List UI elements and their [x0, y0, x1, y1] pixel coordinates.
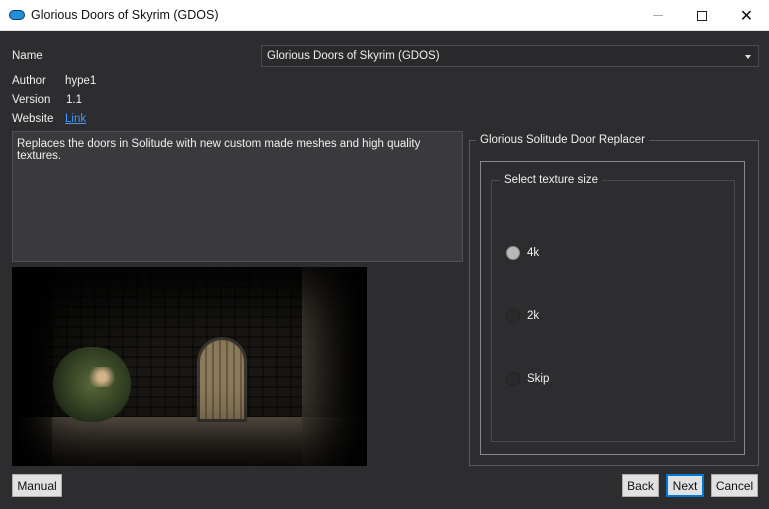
- name-label: Name: [12, 50, 43, 62]
- minimize-icon: [652, 15, 663, 16]
- app-icon: [9, 10, 25, 20]
- close-icon: ✕: [739, 7, 754, 25]
- author-value: hype1: [65, 75, 97, 87]
- image-vignette: [12, 267, 367, 466]
- window-title: Glorious Doors of Skyrim (GDOS): [31, 8, 219, 22]
- texture-size-title: Select texture size: [500, 174, 602, 186]
- description-text: Replaces the doors in Solitude with new …: [17, 138, 421, 162]
- close-button[interactable]: ✕: [724, 0, 769, 31]
- radio-4k[interactable]: [506, 246, 520, 260]
- chevron-down-icon: [745, 55, 751, 59]
- radio-2k[interactable]: [506, 309, 520, 323]
- maximize-icon: [696, 10, 707, 21]
- name-dropdown[interactable]: Glorious Doors of Skyrim (GDOS): [261, 45, 759, 67]
- radio-2k-label[interactable]: 2k: [527, 310, 539, 322]
- next-button[interactable]: Next: [666, 474, 704, 497]
- maximize-button[interactable]: [679, 0, 724, 31]
- name-dropdown-value: Glorious Doors of Skyrim (GDOS): [267, 50, 440, 62]
- version-label: Version: [12, 94, 51, 106]
- website-link[interactable]: Link: [65, 113, 86, 125]
- manual-button[interactable]: Manual: [12, 474, 62, 497]
- options-group-title: Glorious Solitude Door Replacer: [476, 134, 649, 146]
- version-value: 1.1: [66, 94, 82, 106]
- preview-image: [12, 267, 367, 466]
- title-bar: Glorious Doors of Skyrim (GDOS) ✕: [0, 0, 769, 31]
- radio-skip-label[interactable]: Skip: [527, 373, 549, 385]
- minimize-button[interactable]: [635, 0, 680, 31]
- description-box[interactable]: Replaces the doors in Solitude with new …: [12, 131, 463, 262]
- author-label: Author: [12, 75, 46, 87]
- radio-skip[interactable]: [506, 372, 520, 386]
- website-label: Website: [12, 113, 54, 125]
- cancel-button[interactable]: Cancel: [711, 474, 758, 497]
- back-button[interactable]: Back: [622, 474, 659, 497]
- radio-4k-label[interactable]: 4k: [527, 247, 539, 259]
